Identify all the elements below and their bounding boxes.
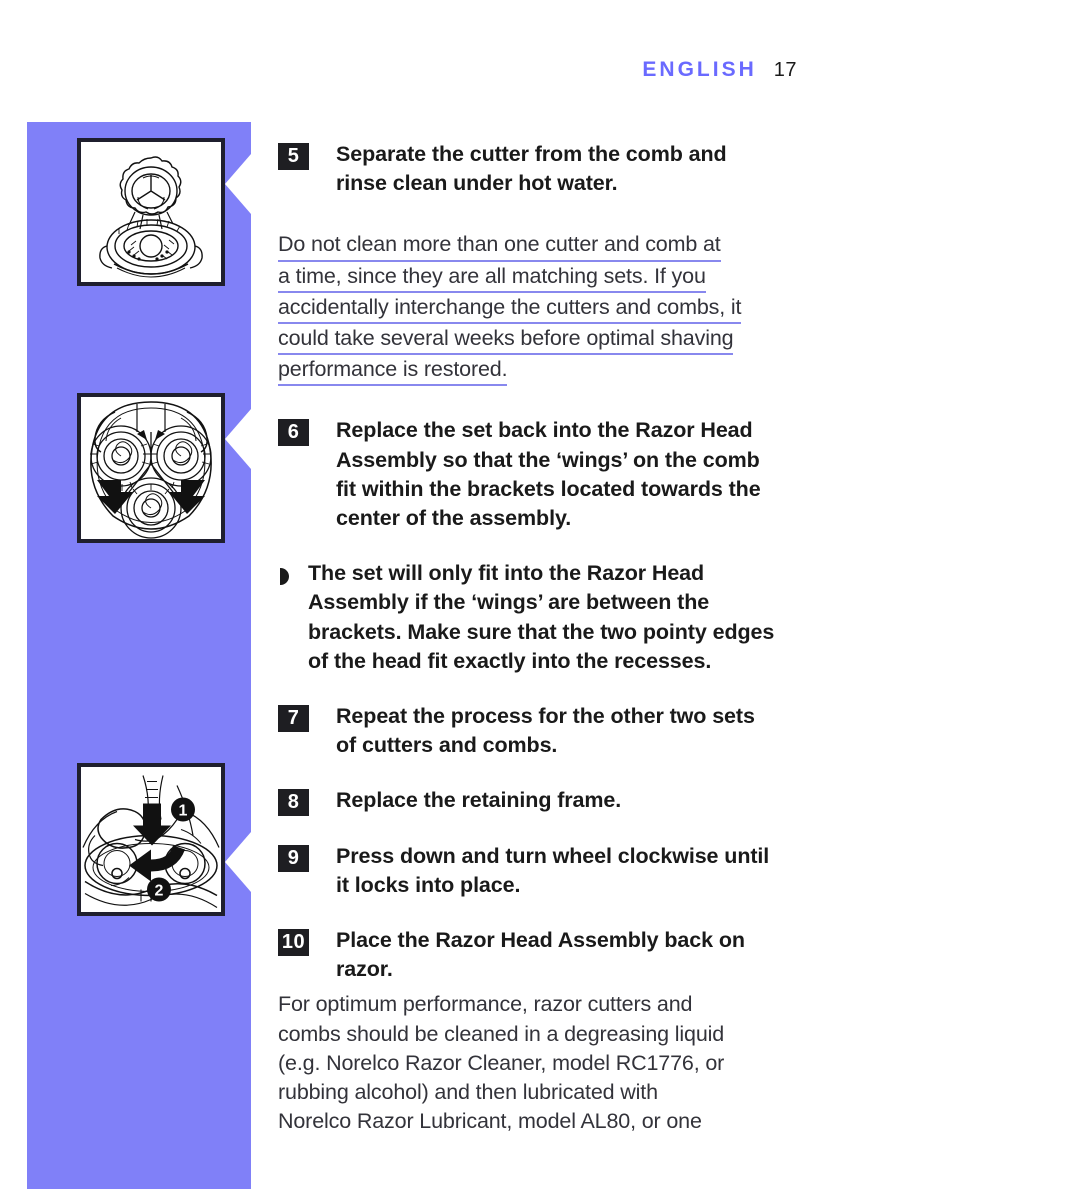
arrow-bullet-icon xyxy=(280,568,289,586)
step-number-badge: 7 xyxy=(278,705,309,733)
paragraph-line: a time, since they are all matching sets… xyxy=(278,262,706,293)
band-notch-middle xyxy=(225,409,251,469)
step-text: Replace the retaining frame. xyxy=(336,786,798,815)
figure-razor-head-three-sets xyxy=(77,393,225,543)
step-number-badge: 9 xyxy=(278,844,309,872)
note-line: The set will only fit into the Razor Hea… xyxy=(308,561,705,586)
step-line: center of the assembly. xyxy=(336,506,572,531)
step-item-9: 9 Press down and turn wheel clockwise un… xyxy=(278,842,798,900)
note-item: The set will only fit into the Razor Hea… xyxy=(278,559,798,676)
step-number-badge: 8 xyxy=(278,789,309,817)
step-line: Assembly so that the ‘wings’ on the comb xyxy=(336,447,760,472)
step-line: Separate the cutter from the comb and xyxy=(336,142,727,166)
step-text: Place the Razor Head Assembly back on ra… xyxy=(336,926,798,984)
paragraph-line: For optimum performance, razor cutters a… xyxy=(278,992,693,1017)
page-header: ENGLISH 17 xyxy=(0,58,797,82)
step-number-badge: 5 xyxy=(278,143,309,170)
step-line: Place the Razor Head Assembly back on xyxy=(336,928,745,953)
note-line: Assembly if the ‘wings’ are between the xyxy=(308,590,710,615)
note-text: The set will only fit into the Razor Hea… xyxy=(308,559,798,676)
step-line: razor. xyxy=(336,957,393,982)
step-line: it locks into place. xyxy=(336,872,521,897)
band-notch-top xyxy=(225,154,251,214)
paragraph-line: rubbing alcohol) and then lubricated wit… xyxy=(278,1080,658,1105)
note-line: brackets. Make sure that the two pointy … xyxy=(308,619,775,644)
header-language-label: ENGLISH xyxy=(642,58,757,81)
step-number-badge: 10 xyxy=(278,929,309,957)
paragraph-line: combs should be cleaned in a degreasing … xyxy=(278,1021,725,1046)
paragraph-line: Norelco Razor Lubricant, model AL80, or … xyxy=(278,1109,702,1134)
step-item-10: 10 Place the Razor Head Assembly back on… xyxy=(278,926,798,984)
step-line: Repeat the process for the other two set… xyxy=(336,704,755,729)
figure-press-down-and-turn: 1 2 xyxy=(77,763,225,916)
note-line: of the head fit exactly into the recesse… xyxy=(308,648,712,673)
step-line: Replace the retaining frame. xyxy=(336,788,622,813)
step-text: Press down and turn wheel clockwise unti… xyxy=(336,842,798,900)
closing-paragraph: For optimum performance, razor cutters a… xyxy=(278,990,798,1136)
band-notch-bottom xyxy=(225,832,251,892)
warning-paragraph: Do not clean more than one cutter and co… xyxy=(278,230,798,387)
step-number-badge: 6 xyxy=(278,419,309,447)
step-text: Repeat the process for the other two set… xyxy=(336,702,798,760)
figure-cutter-and-comb-separated xyxy=(77,138,225,286)
step-item-6: 6 Replace the set back into the Razor He… xyxy=(278,416,798,533)
step-line: Press down and turn wheel clockwise unti… xyxy=(336,843,770,868)
step-text: Separate the cutter from the comb and ri… xyxy=(336,140,798,198)
step-item-5: 5 Separate the cutter from the comb and … xyxy=(278,140,798,198)
step-line: fit within the brackets located towards … xyxy=(336,476,761,501)
paragraph-line: could take several weeks before optimal … xyxy=(278,324,734,356)
step-line: rinse clean under hot water. xyxy=(336,171,618,196)
svg-text:2: 2 xyxy=(155,883,164,900)
paragraph-line: (e.g. Norelco Razor Cleaner, model RC177… xyxy=(278,1050,725,1075)
step-line: Replace the set back into the Razor Head xyxy=(336,418,753,443)
step-line: of cutters and combs. xyxy=(336,733,558,758)
page-number: 17 xyxy=(773,59,797,81)
step-text: Replace the set back into the Razor Head… xyxy=(336,416,798,533)
step-item-8: 8 Replace the retaining frame. xyxy=(278,786,798,817)
paragraph-line: accidentally interchange the cutters and… xyxy=(278,293,742,325)
paragraph-line: Do not clean more than one cutter and co… xyxy=(278,230,721,262)
svg-text:1: 1 xyxy=(179,803,188,820)
paragraph-line: performance is restored. xyxy=(278,355,508,387)
instruction-content: 5 Separate the cutter from the comb and … xyxy=(278,140,798,1160)
step-item-7: 7 Repeat the process for the other two s… xyxy=(278,702,798,760)
